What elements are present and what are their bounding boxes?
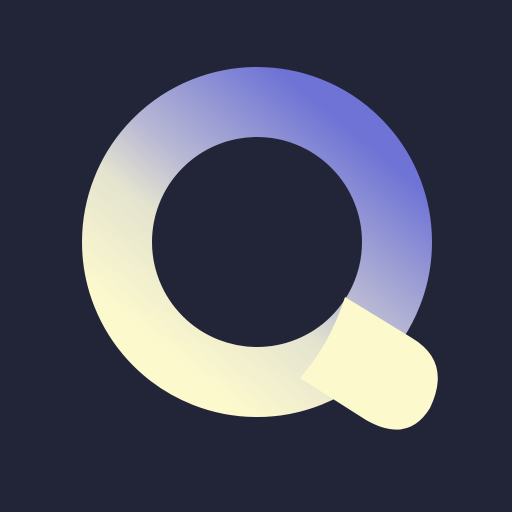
app-icon [0,0,512,512]
magnifier-q-logo-icon [0,0,512,512]
